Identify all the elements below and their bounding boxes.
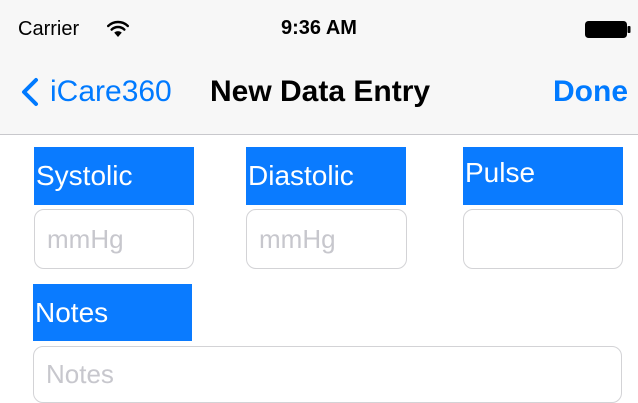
- status-bar: Carrier 9:36 AM: [0, 0, 638, 56]
- systolic-label: Systolic: [34, 147, 194, 205]
- back-button-label: iCare360: [50, 75, 172, 108]
- notes-input[interactable]: [33, 346, 622, 403]
- clock: 9:36 AM: [281, 17, 357, 39]
- battery-icon: [585, 21, 631, 38]
- navigation-bar: iCare360 New Data Entry Done: [0, 56, 638, 135]
- done-button[interactable]: Done: [553, 75, 628, 109]
- notes-label: Notes: [33, 284, 192, 341]
- back-button[interactable]: iCare360: [20, 72, 172, 112]
- chevron-left-icon: [22, 78, 38, 106]
- pulse-label: Pulse: [463, 147, 623, 205]
- diastolic-label: Diastolic: [246, 147, 406, 205]
- systolic-input[interactable]: [34, 209, 194, 269]
- page-title: New Data Entry: [210, 75, 431, 108]
- diastolic-input[interactable]: [246, 209, 407, 269]
- top-bar: Carrier 9:36 AM iCare360 New Data Entry …: [0, 0, 638, 135]
- pulse-input[interactable]: [463, 209, 623, 269]
